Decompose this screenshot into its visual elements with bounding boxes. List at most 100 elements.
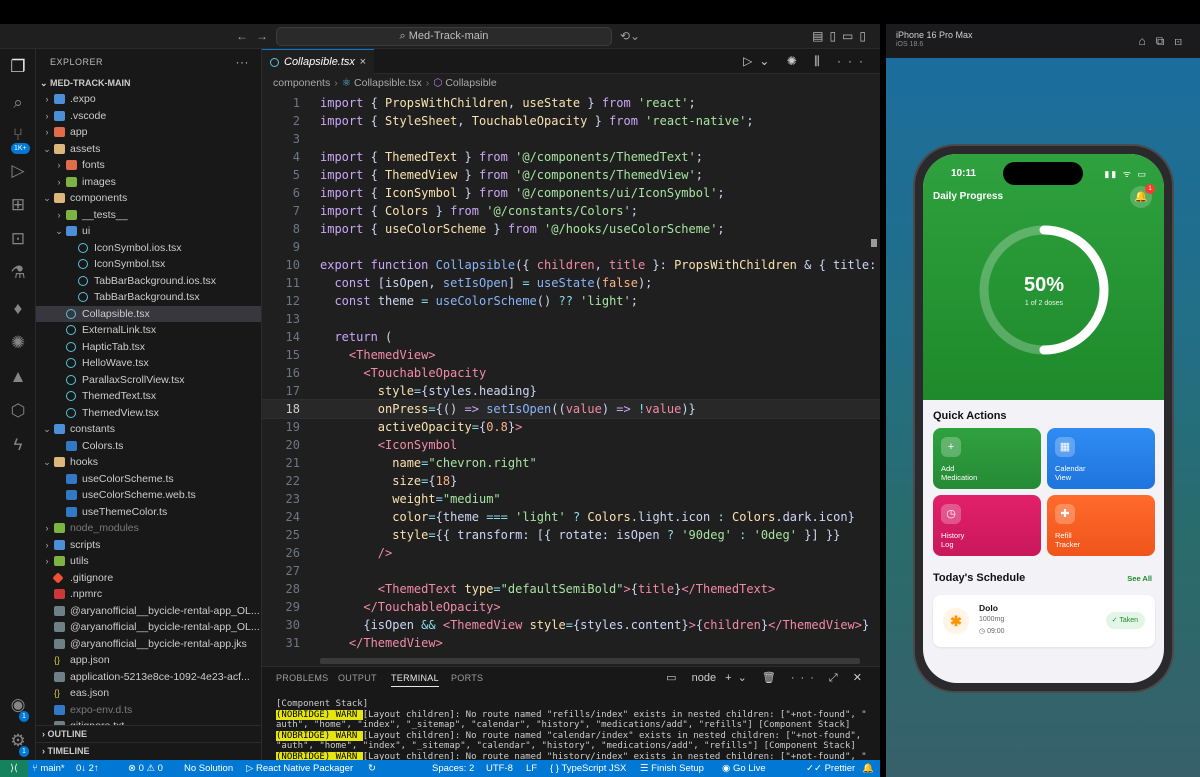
tree-item[interactable]: ThemedView.tsx (36, 405, 261, 422)
code-line[interactable]: 26 /> (262, 544, 880, 562)
tree-item[interactable]: application-5213e8ce-1092-4e23-acf... (36, 669, 261, 686)
remote-icon[interactable]: ⊡ (0, 229, 36, 249)
tree-item[interactable]: IconSymbol.tsx (36, 256, 261, 273)
run-debug-icon[interactable]: ▷ (0, 161, 36, 181)
code-line[interactable]: 2 import { StyleSheet, TouchableOpacity }… (262, 112, 880, 130)
horizontal-scrollbar[interactable] (320, 658, 860, 664)
tree-item[interactable]: ⌄ components (36, 190, 261, 207)
code-line[interactable]: 13 (262, 310, 880, 328)
code-line[interactable]: 27 (262, 562, 880, 580)
tree-item[interactable]: @aryanofficial__bycicle-rental-app_OL... (36, 619, 261, 636)
code-line[interactable]: 28 <ThemedText type="defaultSemiBold">{t… (262, 580, 880, 598)
go-live-button[interactable]: ◉ Go Live (722, 760, 766, 777)
code-line[interactable]: 20 <IconSymbol (262, 436, 880, 454)
tree-item[interactable]: {} app.json (36, 652, 261, 669)
tree-item[interactable]: useColorScheme.ts (36, 471, 261, 488)
tree-item[interactable]: TabBarBackground.tsx (36, 289, 261, 306)
refresh-icon[interactable]: ↻ (368, 760, 376, 777)
code-line[interactable]: 30 {isOpen && <ThemedView style={styles.… (262, 616, 880, 634)
explorer-icon[interactable]: ❐ (0, 57, 36, 77)
tree-item[interactable]: ParallaxScrollView.tsx (36, 372, 261, 389)
code-line[interactable]: 9 (262, 238, 880, 256)
tree-item[interactable]: › utils (36, 553, 261, 570)
code-line[interactable]: 1 import { PropsWithChildren, useState } … (262, 94, 880, 112)
account-icon[interactable]: ◉ (0, 695, 36, 715)
bell-button[interactable]: 🔔 1 (1130, 184, 1155, 208)
tree-item[interactable]: Collapsible.tsx (36, 305, 261, 322)
indent-status[interactable]: Spaces: 2 (432, 760, 474, 777)
tree-item[interactable]: ⌄ ui (36, 223, 261, 240)
breadcrumb-item[interactable]: components (273, 77, 330, 89)
remote-indicator[interactable]: ⟩⟨ (0, 760, 28, 777)
code-line[interactable]: 23 weight="medium" (262, 490, 880, 508)
code-line[interactable]: 24 color={theme === 'light' ? Colors.lig… (262, 508, 880, 526)
code-line[interactable]: 14 return ( (262, 328, 880, 346)
more-icon[interactable]: ··· (236, 49, 250, 75)
code-line[interactable]: 22 size={18} (262, 472, 880, 490)
tab-output[interactable]: OUTPUT (338, 673, 377, 683)
tree-item[interactable]: › scripts (36, 537, 261, 554)
tree-item[interactable]: › images (36, 174, 261, 191)
root-folder[interactable]: ⌄ MED-TRACK-MAIN (36, 75, 261, 91)
code-line[interactable]: 19 activeOpacity={0.8}> (262, 418, 880, 436)
calendar-view-button[interactable]: ▦ Calendar View (1047, 428, 1155, 489)
language-status[interactable]: { } TypeScript JSX (550, 760, 626, 777)
close-icon[interactable]: × (360, 50, 366, 74)
code-editor[interactable]: 1 import { PropsWithChildren, useState } … (262, 94, 880, 666)
tree-item[interactable]: ⌄ assets (36, 141, 261, 158)
eol-status[interactable]: LF (526, 760, 537, 777)
code-line[interactable]: 8 import { useColorScheme } from '@/hooks… (262, 220, 880, 238)
terminal-actions[interactable]: ▭ node +⌄ 🗑 ··· ⤢ ✕ (666, 671, 868, 685)
code-line[interactable]: 18 onPress={() => setIsOpen((value) => !… (262, 399, 880, 419)
tree-item[interactable]: › .vscode (36, 108, 261, 125)
breadcrumb-item[interactable]: Collapsible (445, 77, 496, 89)
encoding-status[interactable]: UTF-8 (486, 760, 513, 777)
tree-item[interactable]: › app (36, 124, 261, 141)
deploy-icon[interactable]: ▲ (0, 367, 36, 387)
code-line[interactable]: 31 </ThemedView> (262, 634, 880, 652)
sync-status[interactable]: 0↓ 2↑ (76, 760, 99, 777)
packager-status[interactable]: ▷ React Native Packager (246, 760, 353, 777)
tree-item[interactable]: {} eas.json (36, 685, 261, 702)
code-line[interactable]: 21 name="chevron.right" (262, 454, 880, 472)
breadcrumb-item[interactable]: Collapsible.tsx (354, 77, 422, 89)
problems-status[interactable]: ⊗ 0 ⚠ 0 (128, 760, 163, 777)
chatgpt-icon[interactable]: ✺ (0, 333, 36, 353)
branch-status[interactable]: ⑂ main* (32, 760, 65, 777)
tree-item[interactable]: TabBarBackground.ios.tsx (36, 273, 261, 290)
package-icon[interactable]: ⬡ (0, 401, 36, 421)
tree-item[interactable]: Colors.ts (36, 438, 261, 455)
code-line[interactable]: 6 import { IconSymbol } from '@/component… (262, 184, 880, 202)
tab-terminal[interactable]: TERMINAL (391, 673, 439, 687)
tree-item[interactable]: HapticTab.tsx (36, 339, 261, 356)
refill-tracker-button[interactable]: ✚ Refill Tracker (1047, 495, 1155, 556)
taken-badge[interactable]: ✓ Taken (1105, 612, 1145, 629)
tree-item[interactable]: › node_modules (36, 520, 261, 537)
testing-icon[interactable]: ⚗ (0, 263, 36, 283)
mongodb-icon[interactable]: ♦ (0, 299, 36, 319)
tree-item[interactable]: › __tests__ (36, 207, 261, 224)
see-all-link[interactable]: See All (1127, 574, 1152, 583)
code-line[interactable]: 15 <ThemedView> (262, 346, 880, 364)
code-line[interactable]: 4 import { ThemedText } from '@/component… (262, 148, 880, 166)
code-line[interactable]: 12 const theme = useColorScheme() ?? 'li… (262, 292, 880, 310)
copilot-icon[interactable]: ⟲⌄ (620, 29, 640, 43)
tree-item[interactable]: › .expo (36, 91, 261, 108)
back-arrow-icon[interactable]: ← (236, 29, 248, 43)
tree-item[interactable]: IconSymbol.ios.tsx (36, 240, 261, 257)
prettier-status[interactable]: ✓✓ Prettier (806, 760, 855, 777)
code-line[interactable]: 10 export function Collapsible({ children… (262, 256, 880, 274)
gear-icon[interactable]: ⚙ (0, 731, 36, 751)
tab-collapsible[interactable]: Collapsible.tsx × (262, 49, 374, 74)
simulator-buttons[interactable]: ⌂⧉⊡ (1139, 34, 1192, 49)
tree-item[interactable]: › fonts (36, 157, 261, 174)
tree-item[interactable]: HelloWave.tsx (36, 355, 261, 372)
tree-item[interactable]: .npmrc (36, 586, 261, 603)
tree-item[interactable]: @aryanofficial__bycicle-rental-app_OL... (36, 603, 261, 620)
tree-item[interactable]: ThemedText.tsx (36, 388, 261, 405)
editor-actions[interactable]: ▷⌄ ✺ ⫼ ··· (743, 54, 870, 69)
search-icon[interactable]: ⌕ (0, 93, 36, 113)
tab-problems[interactable]: PROBLEMS (276, 673, 328, 683)
tree-item[interactable]: useColorScheme.web.ts (36, 487, 261, 504)
tree-item[interactable]: expo-env.d.ts (36, 702, 261, 719)
